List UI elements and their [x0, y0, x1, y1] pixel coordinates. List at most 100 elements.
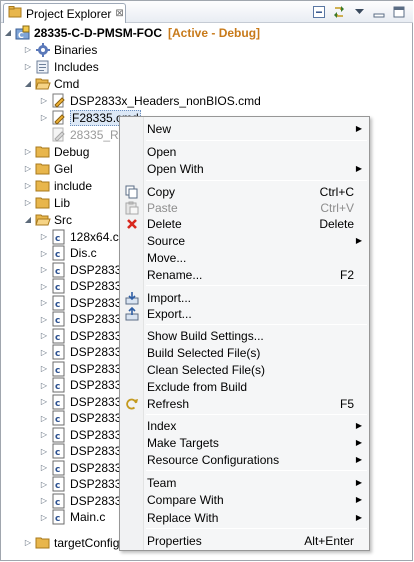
menu-accelerator: Delete	[319, 216, 354, 231]
link-with-editor-icon[interactable]	[331, 4, 347, 20]
menu-item-import[interactable]: Import...	[122, 289, 368, 306]
collapsed-arrow-icon[interactable]: ▷	[23, 194, 33, 211]
menu-item-export[interactable]: Export...	[122, 305, 368, 322]
tree-row-src-file[interactable]: ▷ c DSP2833x	[39, 377, 127, 394]
collapsed-arrow-icon[interactable]: ▷	[39, 109, 49, 126]
tree-row-cmd-file[interactable]: ▷ DSP2833x_Headers_nonBIOS.cmd	[39, 92, 261, 109]
collapsed-arrow-icon[interactable]: ▷	[39, 344, 49, 361]
tree-row-project[interactable]: ◢ C 28335-C-D-PMSM-FOC [Active - Debug]	[3, 24, 260, 41]
menu-item-exclude-from-build[interactable]: Exclude from Build	[122, 378, 368, 395]
menu-item-rename[interactable]: Rename... F2	[122, 266, 368, 283]
tree-row-src-file[interactable]: ▷ c DSP2833x	[39, 327, 127, 344]
tree-row-src-file[interactable]: ▷ c DSP2833x	[39, 459, 127, 476]
tree-label: Debug	[54, 144, 90, 159]
expanded-arrow-icon[interactable]: ◢	[3, 24, 13, 41]
maximize-icon[interactable]	[391, 4, 407, 20]
collapsed-arrow-icon[interactable]: ▷	[23, 143, 33, 160]
menu-item-new[interactable]: New ▶	[122, 120, 368, 137]
collapsed-arrow-icon[interactable]: ▷	[39, 393, 49, 410]
tree-row-src-file[interactable]: ▷ c DSP2833x	[39, 360, 127, 377]
tree-row-src-file[interactable]: ▷ c DSP2833x	[39, 410, 127, 427]
c-source-file-icon: c	[51, 245, 67, 261]
expanded-arrow-icon[interactable]: ◢	[23, 75, 33, 92]
collapsed-arrow-icon[interactable]: ▷	[23, 534, 33, 551]
tree-row-src-file[interactable]: ▷ c DSP2833x	[39, 393, 127, 410]
view-tab[interactable]: Project Explorer ⊠	[3, 3, 126, 23]
view-menu-icon[interactable]	[351, 4, 367, 20]
collapsed-arrow-icon[interactable]: ▷	[39, 443, 49, 460]
tree-row-src-file[interactable]: ▷ c DSP2833x	[39, 476, 127, 493]
menu-item-properties[interactable]: Properties Alt+Enter	[122, 532, 368, 549]
collapsed-arrow-icon[interactable]: ▷	[23, 160, 33, 177]
menu-item-compare-with[interactable]: Compare With ▶	[122, 491, 368, 508]
menu-item-show-build-settings[interactable]: Show Build Settings...	[122, 327, 368, 344]
tree-row-src-file[interactable]: ▷ c DSP2833x	[39, 344, 127, 361]
tree-row-cmd-file-excluded[interactable]: 28335_RA	[49, 126, 127, 143]
menu-item-copy[interactable]: Copy Ctrl+C	[122, 183, 368, 200]
menu-item-resource-configurations[interactable]: Resource Configurations ▶	[122, 451, 368, 468]
tree-row-cmd[interactable]: ◢ Cmd	[23, 75, 79, 92]
collapse-all-icon[interactable]	[311, 4, 327, 20]
tree-row-src-file[interactable]: ▷ c DSP2833x	[39, 443, 127, 460]
tree-row-includes[interactable]: ▷ Includes	[23, 58, 99, 75]
minimize-icon[interactable]	[371, 4, 387, 20]
menu-item-label: Copy	[147, 184, 176, 199]
collapsed-arrow-icon[interactable]: ▷	[23, 58, 33, 75]
collapsed-arrow-icon[interactable]: ▷	[39, 294, 49, 311]
collapsed-arrow-icon[interactable]: ▷	[39, 459, 49, 476]
collapsed-arrow-icon[interactable]: ▷	[39, 245, 49, 262]
tree-row-src-file[interactable]: ▷ c DSP2833x	[39, 278, 127, 295]
tree-row-src[interactable]: ◢ Src	[23, 211, 72, 228]
collapsed-arrow-icon[interactable]: ▷	[39, 228, 49, 245]
collapsed-arrow-icon[interactable]: ▷	[23, 41, 33, 58]
collapsed-arrow-icon[interactable]: ▷	[39, 492, 49, 509]
tree-row-src-file[interactable]: ▷ c Dis.c	[39, 245, 97, 262]
collapsed-arrow-icon[interactable]: ▷	[39, 509, 49, 526]
tree-row-debug[interactable]: ▷ Debug	[23, 143, 89, 160]
collapsed-arrow-icon[interactable]: ▷	[39, 278, 49, 295]
collapsed-arrow-icon[interactable]: ▷	[39, 261, 49, 278]
tree-row-src-file[interactable]: ▷ c DSP2833x	[39, 261, 127, 278]
menu-item-paste[interactable]: Paste Ctrl+V	[122, 199, 368, 216]
collapsed-arrow-icon[interactable]: ▷	[39, 311, 49, 328]
collapsed-arrow-icon[interactable]: ▷	[39, 377, 49, 394]
collapsed-arrow-icon[interactable]: ▷	[39, 410, 49, 427]
folder-open-icon	[35, 76, 51, 92]
close-view-icon[interactable]: ⊠	[115, 8, 123, 19]
menu-item-make-targets[interactable]: Make Targets ▶	[122, 434, 368, 451]
collapsed-arrow-icon[interactable]: ▷	[39, 92, 49, 109]
collapsed-arrow-icon[interactable]: ▷	[23, 177, 33, 194]
menu-item-index[interactable]: Index ▶	[122, 417, 368, 434]
tree-row-src-file[interactable]: ▷ c DSP2833x	[39, 294, 127, 311]
menu-item-label: Paste	[147, 200, 178, 215]
menu-item-open-with[interactable]: Open With ▶	[122, 160, 368, 177]
menu-item-team[interactable]: Team ▶	[122, 474, 368, 491]
collapsed-arrow-icon[interactable]: ▷	[39, 426, 49, 443]
menu-item-label: Resource Configurations	[147, 452, 280, 467]
collapsed-arrow-icon[interactable]: ▷	[39, 476, 49, 493]
expanded-arrow-icon[interactable]: ◢	[23, 211, 33, 228]
tree-row-src-file[interactable]: ▷ c DSP2833x	[39, 492, 127, 509]
menu-item-replace-with[interactable]: Replace With ▶	[122, 509, 368, 526]
menu-item-build-selected[interactable]: Build Selected File(s)	[122, 344, 368, 361]
tree-row-gel[interactable]: ▷ Gel	[23, 160, 73, 177]
tree-row-target-configs[interactable]: ▷ targetConfig	[23, 534, 119, 551]
tree-row-binaries[interactable]: ▷ Binaries	[23, 41, 97, 58]
menu-item-delete[interactable]: Delete Delete	[122, 215, 368, 232]
menu-item-source[interactable]: Source ▶	[122, 232, 368, 249]
tree-row-include[interactable]: ▷ include	[23, 177, 92, 194]
collapsed-arrow-icon[interactable]: ▷	[39, 360, 49, 377]
collapsed-arrow-icon[interactable]: ▷	[39, 327, 49, 344]
submenu-arrow-icon: ▶	[355, 421, 362, 430]
tree-row-src-file[interactable]: ▷ c DSP2833x	[39, 311, 127, 328]
c-source-file-icon: c	[51, 328, 67, 344]
menu-item-open[interactable]: Open	[122, 143, 368, 160]
tree-row-src-file[interactable]: ▷ c Main.c	[39, 509, 105, 526]
tree-row-src-file[interactable]: ▷ c 128x64.c	[39, 228, 119, 245]
tree-row-lib[interactable]: ▷ Lib	[23, 194, 70, 211]
tree-row-src-file[interactable]: ▷ c DSP2833x	[39, 426, 127, 443]
menu-item-refresh[interactable]: Refresh F5	[122, 395, 368, 412]
menu-item-clean-selected[interactable]: Clean Selected File(s)	[122, 361, 368, 378]
submenu-arrow-icon: ▶	[355, 495, 362, 504]
menu-item-move[interactable]: Move...	[122, 249, 368, 266]
